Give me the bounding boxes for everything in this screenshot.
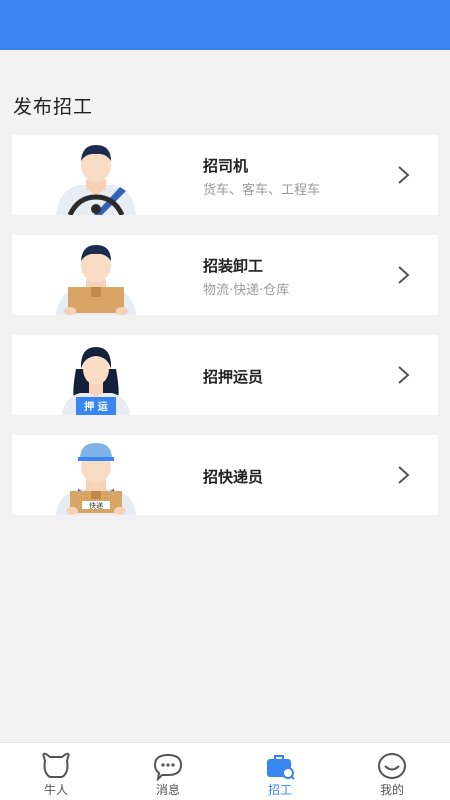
escort-badge: 押 运 xyxy=(84,402,108,413)
tab-label: 消息 xyxy=(155,783,180,797)
card-subtitle: 货车、客车、工程车 xyxy=(203,183,321,198)
recruit-escort-card[interactable]: 押 运 招押运员 xyxy=(12,335,438,415)
tab-label: 招工 xyxy=(267,783,292,797)
chevron-right-icon xyxy=(398,166,410,184)
briefcase-search-icon xyxy=(267,755,295,780)
chevron-right-icon xyxy=(398,266,410,284)
card-title: 招司机 xyxy=(203,157,249,175)
driver-illustration xyxy=(56,145,136,215)
top-status-bar xyxy=(0,0,450,50)
card-subtitle: 物流·快递·仓库 xyxy=(203,283,290,298)
tab-label: 牛人 xyxy=(43,783,68,797)
tab-recruit[interactable]: 招工 xyxy=(224,743,336,800)
chat-bubble-icon xyxy=(153,753,183,781)
page-title: 发布招工 xyxy=(13,96,94,118)
card-title: 招装卸工 xyxy=(203,257,264,275)
tab-messages[interactable]: 消息 xyxy=(112,743,224,800)
tab-niuren[interactable]: 牛人 xyxy=(0,743,112,800)
courier-badge: 快递 xyxy=(89,502,103,510)
card-title: 招快递员 xyxy=(203,468,264,486)
tab-label: 我的 xyxy=(379,783,404,797)
card-title: 招押运员 xyxy=(203,368,264,386)
smile-face-icon xyxy=(378,753,406,779)
bottom-tab-bar: 牛人 消息 招工 我的 xyxy=(0,742,450,800)
ox-face-icon xyxy=(42,752,70,778)
tab-mine[interactable]: 我的 xyxy=(336,743,448,800)
chevron-right-icon xyxy=(398,466,410,484)
recruit-courier-card[interactable]: 快递 招快递员 xyxy=(12,435,438,515)
chevron-right-icon xyxy=(398,366,410,384)
loader-illustration xyxy=(56,245,136,315)
recruit-driver-card[interactable]: 招司机 货车、客车、工程车 xyxy=(12,135,438,215)
recruit-loader-card[interactable]: 招装卸工 物流·快递·仓库 xyxy=(12,235,438,315)
